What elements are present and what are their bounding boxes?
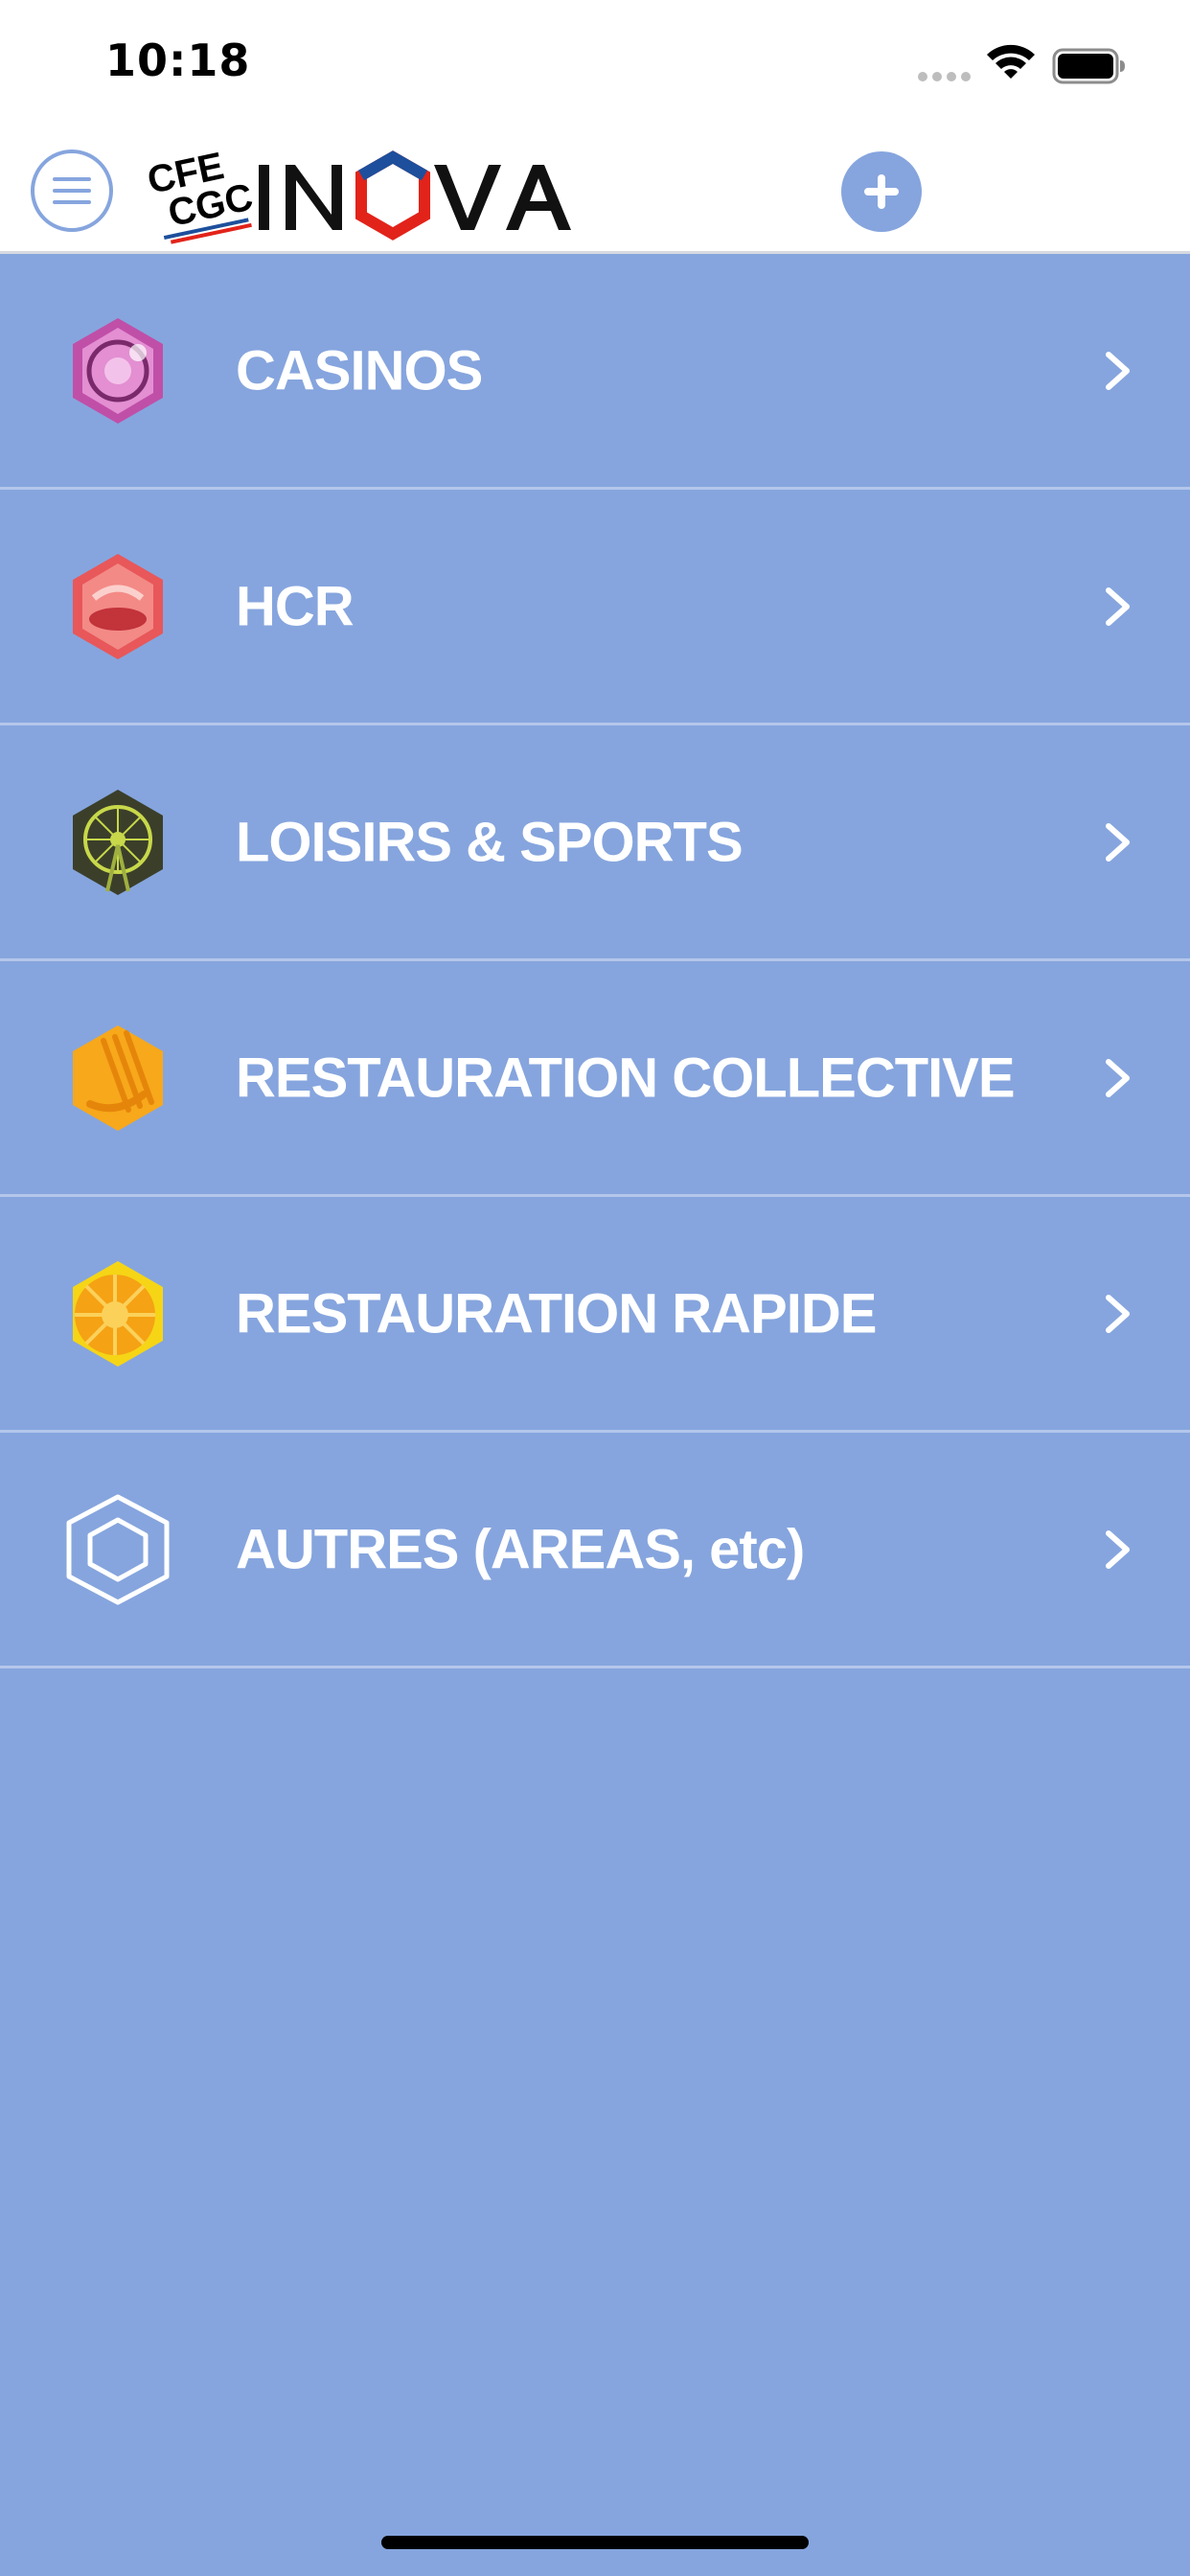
status-bar: 10:18	[0, 0, 1190, 125]
list-item-label: CASINOS	[236, 339, 483, 402]
list-item-loisirs-sports[interactable]: LOISIRS & SPORTS	[0, 725, 1190, 958]
chevron-right-icon	[1106, 1294, 1130, 1333]
cellular-signal-icon	[918, 72, 971, 81]
divider	[0, 1666, 1190, 1668]
chevron-right-icon	[1106, 822, 1130, 862]
list-item-restauration-rapide[interactable]: RESTAURATION RAPIDE	[0, 1197, 1190, 1430]
list-item-casinos[interactable]: CASINOS	[0, 254, 1190, 487]
chevron-right-icon	[1106, 1530, 1130, 1569]
list-item-autres[interactable]: AUTRES (AREAS, etc)	[0, 1433, 1190, 1666]
list-item-label: LOISIRS & SPORTS	[236, 811, 744, 873]
casino-hex-icon	[73, 317, 163, 424]
ferris-wheel-hex-icon	[73, 789, 163, 895]
list-item-restauration-collective[interactable]: RESTAURATION COLLECTIVE	[0, 961, 1190, 1194]
nav-bar: CFE CGC	[0, 125, 1190, 254]
app-logo: CFE CGC	[144, 145, 571, 244]
wifi-icon	[987, 44, 1035, 79]
chevron-right-icon	[1106, 586, 1130, 626]
chevron-right-icon	[1106, 1058, 1130, 1097]
list-item-label: RESTAURATION COLLECTIVE	[236, 1046, 1016, 1109]
hamburger-icon	[53, 177, 91, 204]
status-time: 10:18	[105, 34, 251, 86]
outline-hex-icon	[66, 1494, 170, 1604]
list-item-label: HCR	[236, 575, 355, 637]
category-list: CASINOS HCR LOISIRS & SPORTS RESTAURATIO…	[0, 254, 1190, 1668]
plus-icon	[864, 174, 899, 209]
list-item-label: AUTRES (AREAS, etc)	[236, 1518, 805, 1580]
list-item-hcr[interactable]: HCR	[0, 490, 1190, 723]
hcr-hex-icon	[73, 553, 163, 659]
home-indicator[interactable]	[381, 2536, 809, 2549]
menu-button[interactable]	[31, 150, 113, 232]
fork-hex-icon	[73, 1024, 163, 1131]
list-item-label: RESTAURATION RAPIDE	[236, 1282, 877, 1345]
add-button[interactable]	[841, 151, 922, 232]
tomato-hex-icon	[73, 1260, 163, 1367]
battery-icon	[1052, 48, 1125, 84]
chevron-right-icon	[1106, 351, 1130, 390]
